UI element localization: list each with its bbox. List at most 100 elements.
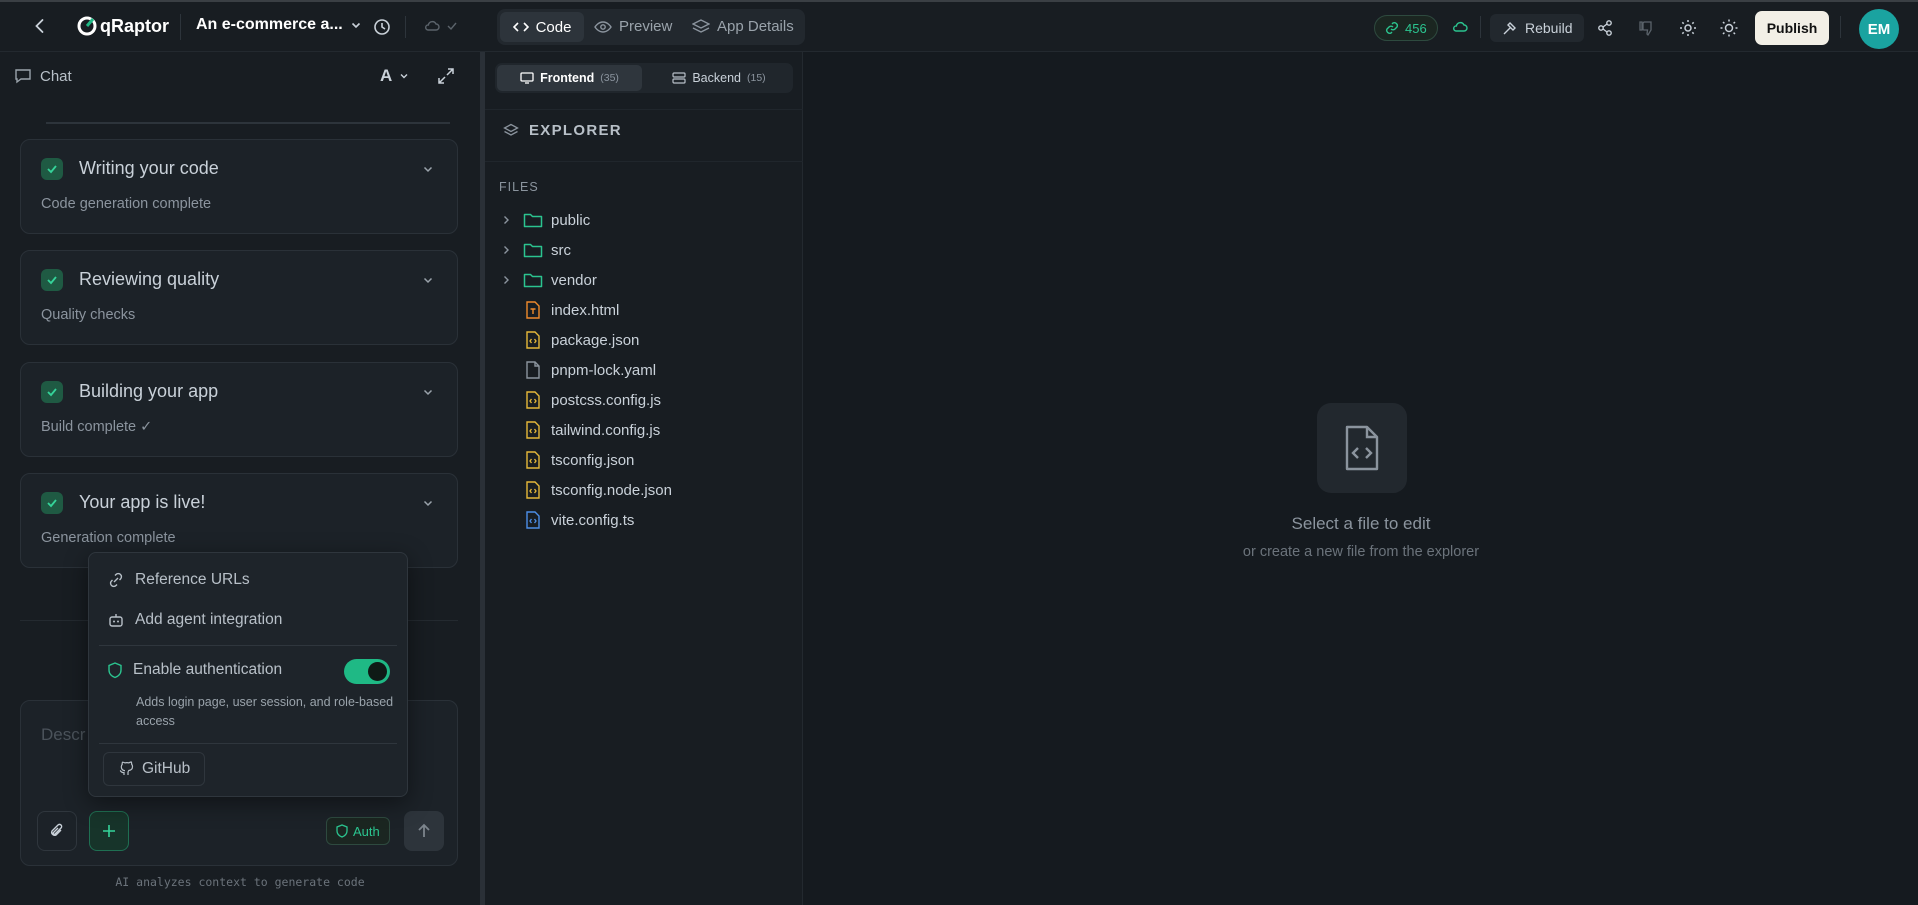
expand-icon[interactable] bbox=[436, 66, 456, 86]
tab-frontend[interactable]: Frontend (35) bbox=[497, 65, 642, 91]
divider bbox=[1840, 16, 1841, 38]
tab-code[interactable]: Code bbox=[500, 12, 584, 42]
divider bbox=[405, 16, 406, 38]
share-icon[interactable] bbox=[1596, 19, 1614, 37]
brand-name: qRaptor bbox=[100, 15, 169, 36]
attach-button[interactable] bbox=[37, 811, 77, 851]
tab-backend[interactable]: Backend (15) bbox=[648, 65, 790, 91]
github-icon bbox=[118, 761, 134, 777]
font-size-dropdown[interactable]: A bbox=[380, 66, 410, 86]
tree-file[interactable]: tailwind.config.js bbox=[497, 418, 660, 442]
chat-panel: Chat A Writing your code Code generation… bbox=[0, 52, 480, 905]
chevron-down-icon[interactable] bbox=[421, 273, 435, 287]
auth-badge[interactable]: Auth bbox=[326, 817, 390, 845]
step-card-reviewing-quality[interactable]: Reviewing quality Quality checks bbox=[20, 250, 458, 345]
tree-item-label: pnpm-lock.yaml bbox=[551, 361, 657, 379]
tab-app-details-label: App Details bbox=[717, 18, 794, 35]
tab-app-details[interactable]: App Details bbox=[692, 18, 794, 35]
tab-code-label: Code bbox=[535, 18, 572, 36]
tree-item-label: tsconfig.json bbox=[551, 451, 635, 469]
project-title: An e-commerce a... bbox=[196, 16, 343, 33]
json-file-icon bbox=[523, 481, 543, 499]
auth-badge-label: Auth bbox=[353, 823, 380, 839]
folder-icon bbox=[523, 242, 543, 258]
tab-frontend-label: Frontend bbox=[540, 71, 595, 85]
tree-file[interactable]: pnpm-lock.yaml bbox=[497, 358, 656, 382]
history-icon[interactable] bbox=[372, 17, 392, 37]
tree-file[interactable]: tsconfig.node.json bbox=[497, 478, 672, 502]
tree-file[interactable]: index.html bbox=[497, 298, 619, 322]
chevron-down-icon[interactable] bbox=[421, 385, 435, 399]
tree-folder-public[interactable]: public bbox=[497, 208, 590, 232]
paperclip-icon bbox=[48, 822, 66, 840]
layers-icon bbox=[692, 18, 710, 35]
chevron-down-icon[interactable] bbox=[421, 496, 435, 510]
file-explorer: Frontend (35) Backend (15) EXPLORER FILE… bbox=[485, 52, 803, 905]
chat-input-placeholder[interactable]: Descr bbox=[41, 725, 85, 745]
ts-file-icon bbox=[523, 511, 543, 529]
credits-count: 456 bbox=[1405, 20, 1427, 36]
empty-state-subtitle: or create a new file from the explorer bbox=[1242, 544, 1480, 560]
brand-logo[interactable]: qRaptor bbox=[76, 15, 169, 37]
credits-badge[interactable]: 456 bbox=[1374, 15, 1438, 41]
file-icon bbox=[523, 361, 543, 379]
send-button[interactable] bbox=[404, 811, 444, 851]
json-file-icon bbox=[523, 331, 543, 349]
folder-icon bbox=[523, 272, 543, 288]
project-title-dropdown[interactable]: An e-commerce a... bbox=[196, 16, 363, 34]
step-title: Writing your code bbox=[79, 158, 219, 178]
step-card-building-app[interactable]: Building your app Build complete ✓ bbox=[20, 362, 458, 457]
settings-gear-icon[interactable] bbox=[1678, 18, 1698, 38]
robot-icon bbox=[107, 611, 125, 629]
avatar[interactable]: EM bbox=[1859, 9, 1899, 49]
server-icon bbox=[672, 72, 686, 84]
tree-folder-vendor[interactable]: vendor bbox=[497, 268, 597, 292]
tab-backend-label: Backend bbox=[692, 71, 741, 85]
tree-folder-src[interactable]: src bbox=[497, 238, 571, 262]
tree-file[interactable]: postcss.config.js bbox=[497, 388, 661, 412]
empty-state-title: Select a file to edit bbox=[1291, 514, 1431, 533]
menu-divider bbox=[99, 645, 397, 646]
add-button[interactable] bbox=[89, 811, 129, 851]
tab-preview[interactable]: Preview bbox=[594, 18, 672, 35]
tree-file[interactable]: package.json bbox=[497, 328, 639, 352]
back-arrow-icon[interactable] bbox=[30, 16, 50, 36]
divider bbox=[485, 109, 803, 110]
arrow-up-icon bbox=[415, 822, 433, 840]
check-icon bbox=[41, 492, 63, 514]
cloud-sync-icon[interactable] bbox=[1452, 20, 1468, 34]
code-icon bbox=[512, 20, 529, 34]
divider bbox=[485, 161, 803, 162]
github-button[interactable]: GitHub bbox=[103, 752, 206, 786]
menu-item-add-agent[interactable]: Add agent integration bbox=[107, 611, 282, 629]
font-label: A bbox=[380, 66, 393, 85]
toggle-knob bbox=[368, 662, 387, 681]
enable-auth-toggle[interactable] bbox=[344, 659, 390, 684]
menu-item-enable-auth[interactable]: Enable authentication bbox=[107, 661, 282, 679]
json-file-icon bbox=[523, 451, 543, 469]
step-title: Your app is live! bbox=[79, 492, 206, 512]
theme-sun-icon[interactable] bbox=[1719, 18, 1739, 38]
tree-item-label: public bbox=[551, 211, 591, 229]
publish-button[interactable]: Publish bbox=[1755, 11, 1829, 45]
folder-icon bbox=[523, 212, 543, 228]
chat-header-label: Chat bbox=[40, 67, 72, 85]
chevron-right-icon bbox=[497, 214, 515, 226]
file-code-icon bbox=[1317, 403, 1407, 493]
tree-file[interactable]: vite.config.ts bbox=[497, 508, 634, 532]
tree-item-label: postcss.config.js bbox=[551, 391, 662, 409]
top-bar: qRaptor An e-commerce a... Code Preview … bbox=[0, 0, 1918, 52]
tab-preview-label: Preview bbox=[619, 18, 673, 35]
link-icon bbox=[107, 571, 125, 589]
tree-item-label: vendor bbox=[551, 271, 597, 289]
tab-backend-count: (15) bbox=[746, 72, 766, 84]
menu-item-reference-urls[interactable]: Reference URLs bbox=[107, 571, 250, 589]
thumbs-down-icon[interactable] bbox=[1638, 19, 1656, 37]
rebuild-button[interactable]: Rebuild bbox=[1490, 14, 1585, 42]
json-file-icon bbox=[523, 391, 543, 409]
step-title: Reviewing quality bbox=[79, 269, 220, 289]
chevron-down-icon[interactable] bbox=[421, 162, 435, 176]
tree-file[interactable]: tsconfig.json bbox=[497, 448, 634, 472]
step-card-writing-code[interactable]: Writing your code Code generation comple… bbox=[20, 139, 458, 234]
reference-urls-label: Reference URLs bbox=[135, 571, 250, 588]
